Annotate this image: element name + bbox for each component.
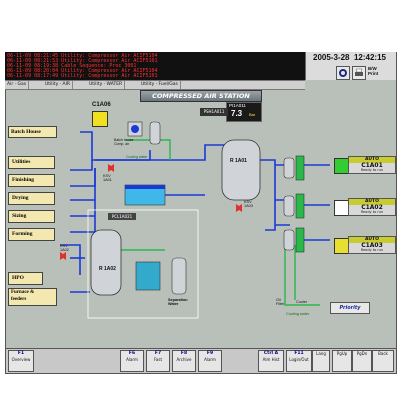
pcl-tag[interactable]: PCL1A021 <box>108 213 136 220</box>
control-panel-c1a02[interactable]: AUTO C1A02 Ready to run <box>348 198 396 216</box>
oil-filter <box>283 157 295 179</box>
air-pipe <box>150 144 225 161</box>
ksv1a02-label: KSV 1A02 <box>60 244 69 252</box>
alarm-history-button[interactable]: Ctrl A Alm Hist <box>258 350 284 372</box>
cooler-label: Cooler <box>296 300 308 304</box>
pressure-tag: PI1A011 <box>229 103 246 108</box>
login-button[interactable]: F11 Login/Out <box>286 350 312 372</box>
air-pipe <box>300 164 330 241</box>
cooling-water-label: Cooling water <box>126 155 148 159</box>
batch-house-box[interactable]: Batch House <box>8 126 57 138</box>
air-pipe <box>70 160 93 171</box>
priority-button[interactable]: Priority <box>330 302 370 314</box>
panel-status: Ready to run <box>360 168 384 172</box>
furnace-feeders-box[interactable]: Furnace & feeders <box>8 288 57 306</box>
scada-monitor: 06-11-09 08:21:45 Utility: Compressor Ai… <box>0 0 400 400</box>
ksv1a01-label: KSV 1A01 <box>103 174 112 182</box>
batch-comp-air-label: Batch house Comp. air <box>114 138 134 146</box>
button-label: Overview <box>11 357 31 362</box>
button-label: Fast <box>153 357 163 362</box>
button-label: PgUp <box>336 351 348 356</box>
drying-box[interactable]: Drying <box>8 192 55 205</box>
dryer-unit <box>135 261 161 291</box>
finishing-box[interactable]: Finishing <box>8 174 55 187</box>
language-button[interactable]: Lang <box>312 350 330 372</box>
forming-box[interactable]: Forming <box>8 228 55 241</box>
r1a02-label: R 1A02 <box>99 266 116 272</box>
alarm-button[interactable]: F6 Alarm <box>120 350 144 372</box>
hpo-box[interactable]: HPO <box>8 272 43 285</box>
air-pipe <box>260 159 276 231</box>
panel-status: Ready to run <box>360 210 384 214</box>
ksv1a03-label: KSV 1A03 <box>244 200 253 208</box>
r1a01-label: R 1A01 <box>230 158 247 164</box>
oil-filter <box>283 195 295 217</box>
separation-water-label: Separation Water <box>168 298 188 306</box>
button-label: PgDn <box>356 351 368 356</box>
receiver-vessel-r1a02 <box>90 229 122 296</box>
air-filter <box>149 121 161 145</box>
sizing-box[interactable]: Sizing <box>8 210 55 223</box>
psh-tag[interactable]: PSH1A011 <box>200 108 228 116</box>
c1a06-status-box[interactable] <box>92 111 108 127</box>
c1a06-label: C1A06 <box>92 102 111 108</box>
button-label: Alarm <box>126 357 138 362</box>
pressure-unit: Bar <box>249 112 256 117</box>
oil-filter <box>283 229 295 251</box>
cooler <box>295 155 305 181</box>
overview-button[interactable]: F1 Overview <box>8 350 34 372</box>
button-label: Lang <box>316 351 326 356</box>
control-panel-c1a03[interactable]: AUTO C1A03 Ready to run <box>348 236 396 254</box>
page-down-button[interactable]: PgDn <box>352 350 372 372</box>
cooler <box>295 193 305 219</box>
cooling-water-label-2: Cooling water <box>286 312 310 316</box>
button-label: Alarm <box>204 357 216 362</box>
button-label: Alm Hist <box>262 357 280 362</box>
receiver-vessel-r1a01 <box>221 139 261 201</box>
page-up-button[interactable]: PgUp <box>332 350 352 372</box>
back-button[interactable]: Back <box>372 350 394 372</box>
compressor-fan-icon <box>131 125 139 133</box>
separation-tank <box>171 257 187 295</box>
archive-button[interactable]: F8 Archive <box>172 350 196 372</box>
button-label: Archive <box>176 357 192 362</box>
heat-exchanger-top <box>125 185 165 189</box>
button-label: Login/Out <box>289 357 309 362</box>
oil-filter-label: Oil Filter <box>276 298 285 306</box>
button-label: Back <box>378 351 388 356</box>
utilities-box[interactable]: Utilities <box>8 156 55 169</box>
alarm-button-2[interactable]: F9 Alarm <box>198 350 222 372</box>
panel-status: Ready to run <box>360 248 384 252</box>
cooler <box>295 227 305 253</box>
pressure-indicator[interactable]: PI1A011 7.3 Bar <box>226 102 262 122</box>
pressure-value: 7.3 <box>231 109 243 118</box>
control-panel-c1a01[interactable]: AUTO C1A01 Ready to run <box>348 156 396 174</box>
fast-button[interactable]: F7 Fast <box>146 350 170 372</box>
